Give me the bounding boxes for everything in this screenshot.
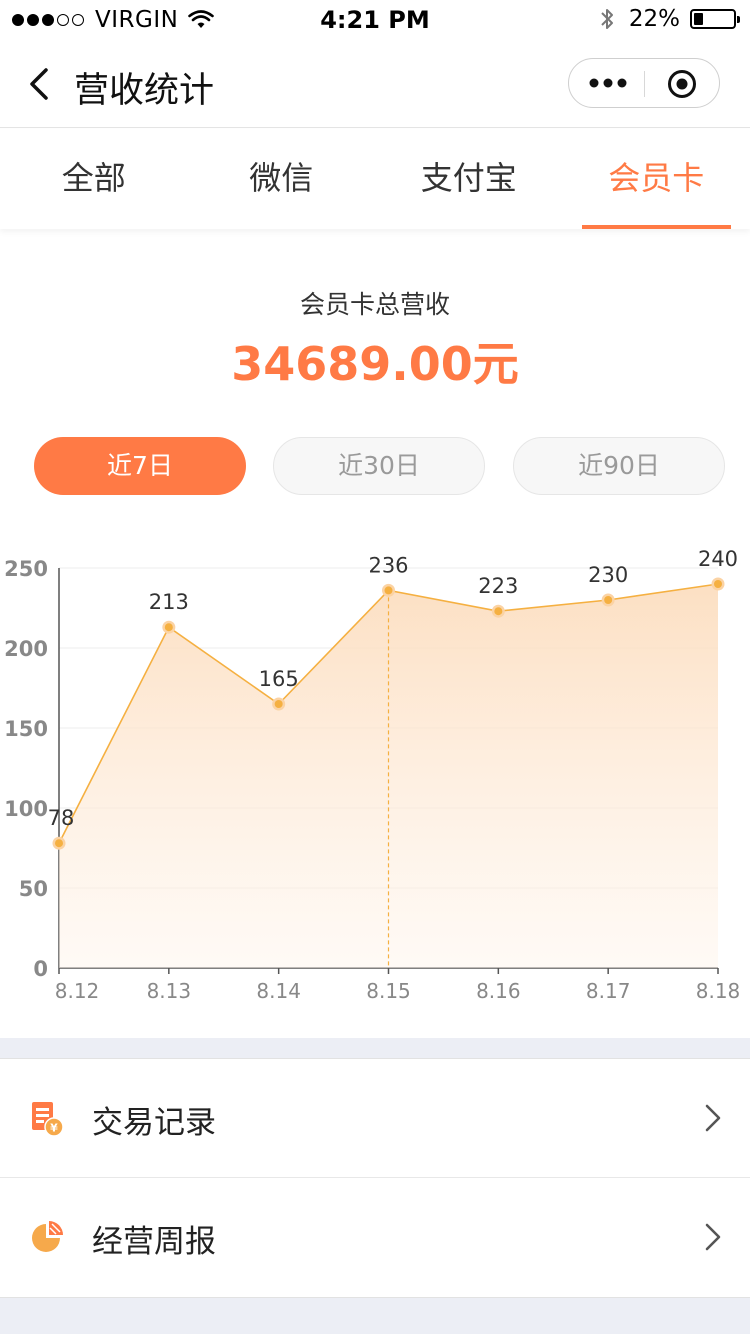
data-label: 240	[698, 547, 738, 571]
data-label: 236	[368, 553, 408, 577]
revenue-chart-svg: 0 50 100 150 200 250 8.12 8.13 8.14 8.15 8.16 8.17 8…	[4, 547, 741, 1003]
range-30-days-button[interactable]: 近30日	[273, 437, 485, 495]
x-tick-label: 8.14	[256, 979, 301, 1003]
capsule-divider	[644, 71, 645, 97]
battery-icon	[690, 9, 740, 29]
y-tick-label: 250	[4, 557, 48, 581]
x-tick-label: 8.15	[366, 979, 411, 1003]
menu-list: ¥ 交易记录 经营周报	[0, 1058, 750, 1298]
nav-bar: 营收统计	[0, 40, 750, 128]
status-right: 22%	[599, 6, 740, 32]
payment-tabs: 全部 微信 支付宝 会员卡	[0, 129, 750, 229]
svg-text:¥: ¥	[50, 1122, 58, 1135]
tab-member-card[interactable]: 会员卡	[563, 129, 750, 229]
miniprogram-capsule	[568, 58, 720, 108]
data-point	[274, 700, 283, 708]
chevron-right-icon	[705, 1223, 721, 1251]
data-point	[604, 596, 613, 604]
back-arrow-icon[interactable]	[22, 64, 62, 104]
range-7-days-button[interactable]: 近7日	[34, 437, 246, 495]
more-icon[interactable]	[589, 71, 627, 95]
tab-alipay[interactable]: 支付宝	[375, 129, 563, 229]
page-title: 营收统计	[74, 71, 215, 111]
receipt-icon: ¥	[32, 1102, 64, 1137]
tab-all[interactable]: 全部	[0, 129, 188, 229]
y-tick-label: 50	[19, 877, 48, 901]
list-item-label: 交易记录	[92, 1105, 216, 1141]
x-tick-label: 8.13	[147, 979, 192, 1003]
data-point	[384, 586, 393, 595]
x-tick-label: 8.17	[586, 979, 631, 1003]
list-item-label: 经营周报	[92, 1224, 216, 1260]
data-point	[714, 580, 722, 588]
x-tick-label: 8.18	[696, 979, 741, 1003]
bluetooth-icon	[601, 9, 613, 29]
x-tick-label: 8.12	[55, 979, 100, 1003]
chevron-right-icon	[705, 1104, 721, 1132]
y-tick-label: 100	[4, 797, 48, 821]
y-tick-label: 0	[33, 957, 48, 981]
data-label: 165	[259, 667, 299, 691]
total-revenue-value: 34689.00元	[231, 337, 519, 391]
close-target-icon[interactable]	[667, 69, 697, 99]
tab-wechat[interactable]: 微信	[188, 129, 376, 229]
status-bar: VIRGIN 4:21 PM 22%	[0, 0, 750, 40]
battery-percent: 22%	[628, 6, 680, 32]
x-tick-label: 8.16	[476, 979, 521, 1003]
total-revenue-label: 会员卡总营收	[299, 290, 450, 319]
list-item-transactions[interactable]: ¥ 交易记录	[0, 1059, 750, 1178]
data-point	[55, 839, 63, 848]
data-label: 213	[149, 590, 189, 614]
data-label: 223	[478, 574, 518, 598]
data-point	[164, 623, 173, 632]
list-item-weekly-report[interactable]: 经营周报	[0, 1178, 750, 1297]
data-label: 230	[588, 563, 628, 587]
data-point	[494, 607, 503, 616]
pie-chart-icon	[32, 1221, 63, 1252]
data-label: 78	[48, 806, 75, 830]
y-tick-label: 150	[4, 717, 48, 741]
y-tick-label: 200	[4, 637, 48, 661]
revenue-chart: 0 50 100 150 200 250 8.12 8.13 8.14 8.15 8.16 8.17 8…	[0, 540, 750, 1030]
range-90-days-button[interactable]: 近90日	[513, 437, 725, 495]
